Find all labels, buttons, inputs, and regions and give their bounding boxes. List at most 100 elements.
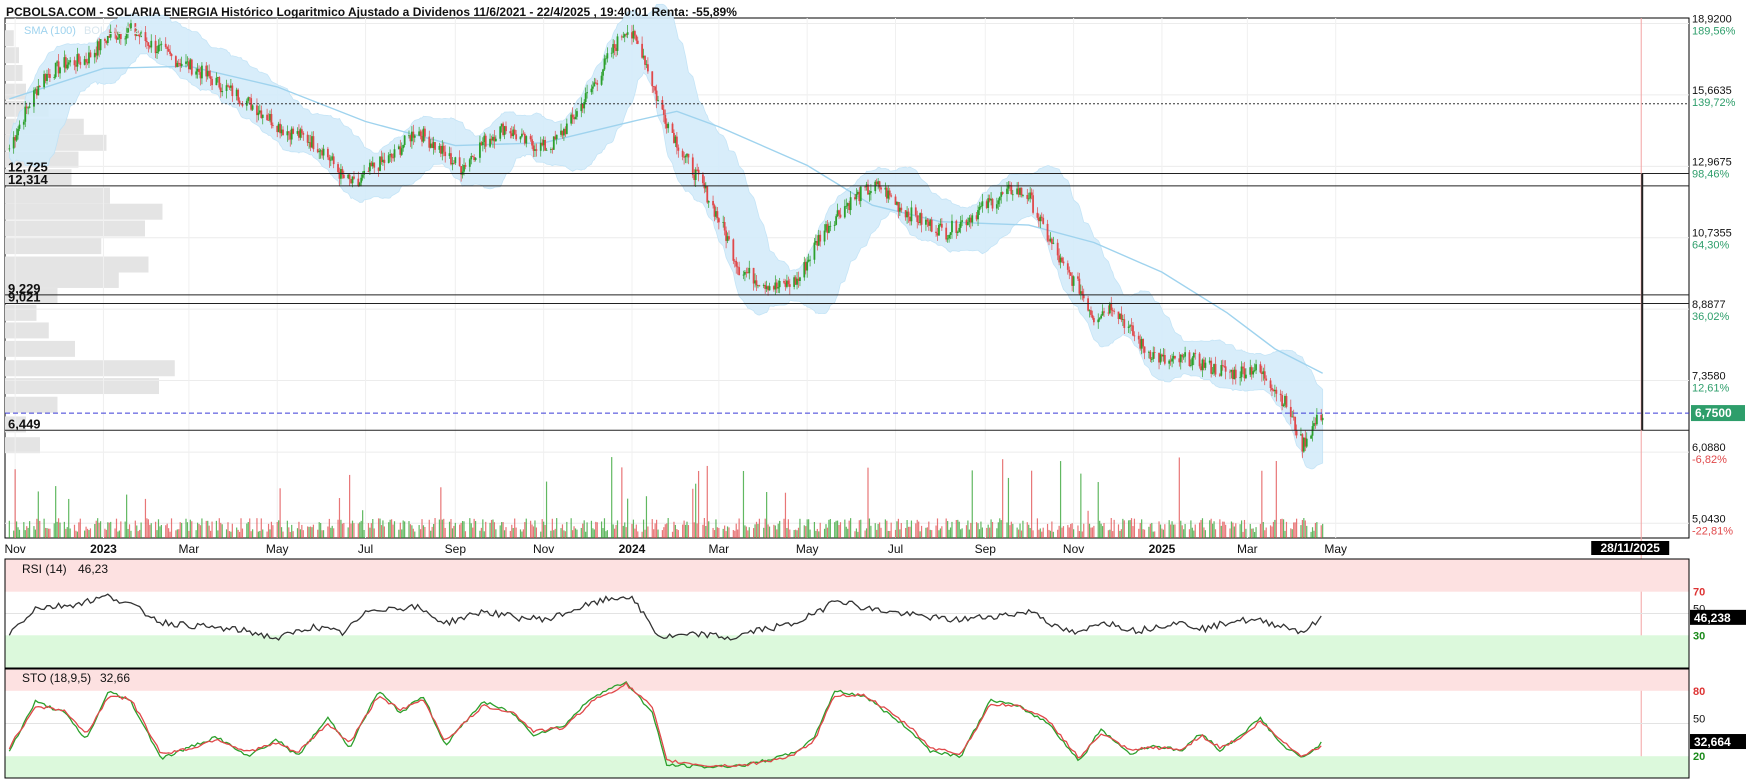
volume-bar [89,528,92,538]
volume-bar [1239,524,1241,538]
volume-bar [1078,531,1081,538]
volume-bar [241,528,244,538]
volume-bar [593,529,595,538]
volume-bar [485,521,487,538]
candle-body [393,149,396,158]
volume-bar [1159,524,1162,538]
volume-bar [312,524,315,538]
volume-bar [716,527,719,538]
volume-bar [1214,529,1217,538]
volume-bar [522,529,524,538]
candle-body [768,286,771,291]
candle-body [583,102,586,109]
volume-bar [1188,529,1191,538]
candle-body [838,210,840,215]
candle-body [880,187,882,190]
candle-body [361,174,364,178]
percent-tick-label: -22,81% [1692,525,1733,537]
volume-bar [1113,519,1115,538]
candle-body [707,200,710,203]
volume-bar [282,531,284,538]
candle-body [66,64,69,69]
candle-body [606,53,609,59]
candle-body [605,58,607,60]
candle-body [1110,303,1113,311]
volume-bar [642,519,645,538]
volume-bar [1110,518,1112,538]
volume-bar [1223,521,1225,538]
stock-chart[interactable]: 12,72512,3149,2299,0216,4496,7500 18,920… [0,0,1749,782]
volume-bar [330,527,332,538]
volume-bar [1016,527,1018,538]
volume-bar [380,525,383,538]
candle-body [67,62,70,65]
candle-body [712,200,714,206]
volume-profile-bar [5,30,14,47]
volume-bar [1264,530,1266,538]
rsi-zones [5,559,1689,668]
volume-bar [768,526,771,538]
volume-bar [1235,523,1237,538]
volume-bar [745,526,747,538]
volume-bar [1107,530,1109,538]
volume-bar [299,529,301,538]
candle-body [150,40,153,48]
volume-bar [525,518,527,538]
volume-bar [1233,526,1235,538]
candle-body [513,129,516,135]
rsi-panel[interactable]: 70503046,238 RSI (14) 46,23 [4,558,1746,669]
candle-body [18,124,21,129]
volume-bar [337,519,339,538]
candle-body [164,43,167,48]
volume-bar [459,524,461,538]
volume-bar [196,522,199,538]
volume-bar [279,488,281,538]
candle-body [474,157,477,161]
volume-bar [693,522,695,538]
volume-bar [463,521,465,538]
volume-bar [379,518,381,538]
level-tick: 80 [1693,686,1705,698]
volume-bar [545,481,548,538]
candle-body [755,280,758,286]
percent-tick-label: 12,61% [1692,382,1730,394]
volume-bar [606,530,608,538]
volume-bar [311,527,313,538]
volume-bar [453,525,455,538]
volume-bar [805,526,807,538]
volume-bar [686,521,688,538]
volume-profile-bar [5,64,23,81]
volume-bar [1080,473,1082,538]
volume-bar [1295,518,1298,538]
candle-body [383,159,386,163]
candle-body [180,63,183,66]
volume-bar [75,530,77,538]
volume-bar [409,524,412,538]
volume-bar [928,521,930,538]
stochastic-panel[interactable]: 80 50 20 32,664 STO (18,9,5) 32,66 [4,668,1746,779]
volume-bar [317,529,319,538]
candle-body [1210,360,1213,374]
volume-bar [1031,470,1033,538]
volume-bar [655,519,658,538]
candle-body [655,90,658,101]
volume-bar [515,527,517,538]
level-tick: 70 [1693,587,1705,599]
volume-bar [1281,518,1283,538]
volume-bar [1101,526,1104,538]
candle-body [738,267,741,276]
candle-body [208,71,211,77]
candle-body [1171,358,1173,362]
candle-body [1263,371,1266,379]
candle-body [529,136,532,140]
volume-bar [1017,529,1020,538]
volume-bar [1061,527,1063,538]
volume-bar [493,522,496,538]
volume-bar [443,518,445,538]
candle-body [574,116,577,120]
volume-bar [333,528,335,538]
volume-bar [1059,461,1062,538]
volume-bar [732,530,734,538]
candle-body [1194,353,1197,354]
candle-body [938,225,940,236]
